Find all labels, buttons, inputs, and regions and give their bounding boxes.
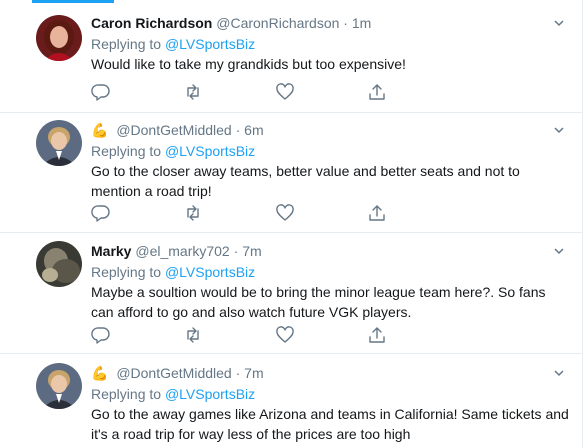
replying-to-label: Replying to (91, 143, 162, 159)
separator: · (235, 365, 241, 381)
separator: · (343, 15, 348, 31)
timestamp[interactable]: 7m (244, 365, 263, 381)
separator: · (233, 243, 239, 259)
separator: · (235, 122, 241, 138)
share-icon[interactable] (367, 203, 387, 223)
tweet-actions (91, 203, 411, 223)
replying-to: Replying to @LVSportsBiz (91, 262, 571, 282)
reply-mention-link[interactable]: @LVSportsBiz (165, 36, 255, 52)
retweet-icon[interactable] (183, 325, 203, 345)
flexed-bicep-icon: 💪 (91, 365, 109, 381)
replying-to: Replying to @LVSportsBiz (91, 34, 571, 54)
timestamp[interactable]: 1m (352, 15, 371, 31)
tweet-text: Go to the away games like Arizona and te… (91, 406, 569, 442)
like-icon[interactable] (275, 203, 295, 223)
avatar[interactable] (36, 241, 82, 287)
replying-to-label: Replying to (91, 264, 162, 280)
replying-to: Replying to @LVSportsBiz (91, 384, 571, 404)
author-name[interactable]: Marky (91, 243, 131, 259)
timeline-feed: Caron Richardson @CaronRichardson · 1m R… (0, 0, 584, 448)
chevron-down-icon[interactable] (552, 244, 566, 258)
reply-icon[interactable] (91, 203, 111, 223)
chevron-down-icon[interactable] (552, 366, 566, 380)
avatar[interactable] (36, 120, 82, 166)
author-handle[interactable]: @DontGetMiddled (116, 365, 231, 381)
tweet[interactable]: Caron Richardson @CaronRichardson · 1m R… (0, 0, 582, 113)
tweet[interactable]: 💪 @DontGetMiddled · 6m Replying to @LVSp… (0, 113, 582, 233)
tweet[interactable]: 💪 @DontGetMiddled · 7m Replying to @LVSp… (0, 354, 582, 448)
avatar[interactable] (36, 363, 82, 409)
chevron-down-icon[interactable] (552, 16, 566, 30)
reply-icon[interactable] (91, 325, 111, 345)
retweet-icon[interactable] (183, 82, 203, 102)
like-icon[interactable] (275, 82, 295, 102)
reply-mention-link[interactable]: @LVSportsBiz (165, 143, 255, 159)
tweet-text: Maybe a soultion would be to bring the m… (91, 284, 546, 320)
like-icon[interactable] (275, 325, 295, 345)
timestamp[interactable]: 7m (242, 243, 261, 259)
replying-to-label: Replying to (91, 386, 162, 402)
column-border (582, 0, 583, 448)
tweet-text: Would like to take my grandkids but too … (91, 56, 406, 72)
tweet[interactable]: Marky @el_marky702 · 7m Replying to @LVS… (0, 233, 582, 354)
reply-mention-link[interactable]: @LVSportsBiz (165, 264, 255, 280)
author-name[interactable]: Caron Richardson (91, 15, 212, 31)
tweet-actions (91, 325, 411, 345)
avatar[interactable] (36, 15, 82, 61)
tweet-text: Go to the closer away teams, better valu… (91, 163, 520, 199)
replying-to-label: Replying to (91, 36, 162, 52)
timestamp[interactable]: 6m (244, 122, 263, 138)
share-icon[interactable] (367, 325, 387, 345)
author-handle[interactable]: @CaronRichardson (216, 15, 339, 31)
author-handle[interactable]: @DontGetMiddled (116, 122, 231, 138)
author-handle[interactable]: @el_marky702 (135, 243, 229, 259)
retweet-icon[interactable] (183, 203, 203, 223)
reply-mention-link[interactable]: @LVSportsBiz (165, 386, 255, 402)
tweet-actions (91, 82, 411, 102)
reply-icon[interactable] (91, 82, 111, 102)
replying-to: Replying to @LVSportsBiz (91, 141, 571, 161)
chevron-down-icon[interactable] (552, 123, 566, 137)
share-icon[interactable] (367, 82, 387, 102)
flexed-bicep-icon: 💪 (91, 122, 109, 138)
